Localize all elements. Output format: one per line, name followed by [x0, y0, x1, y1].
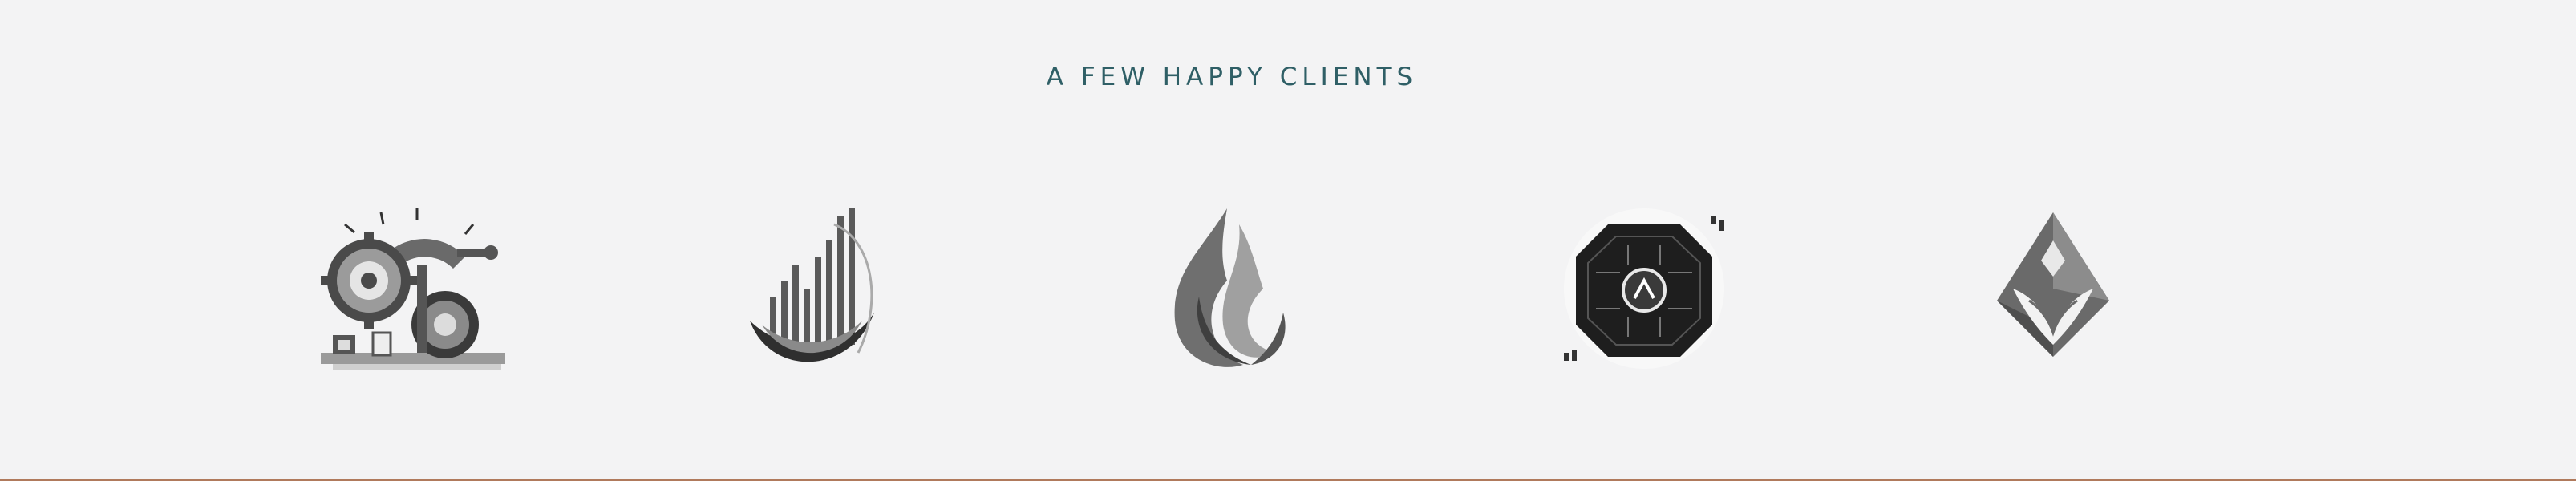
section-heading: A FEW HAPPY CLIENTS	[1046, 63, 1418, 91]
flame-icon	[1174, 208, 1286, 367]
diamond-crest-icon	[1997, 212, 2109, 357]
client-logo-circuit	[1540, 192, 1748, 385]
client-logo-flame	[1123, 192, 1331, 385]
client-logo-diamond	[1949, 192, 2157, 385]
client-logo-gears	[305, 192, 513, 385]
bar-swirl-icon	[750, 208, 874, 362]
client-logo-bars	[714, 192, 922, 385]
gears-machinery-icon	[321, 208, 505, 370]
circuit-chip-icon	[1564, 208, 1724, 369]
